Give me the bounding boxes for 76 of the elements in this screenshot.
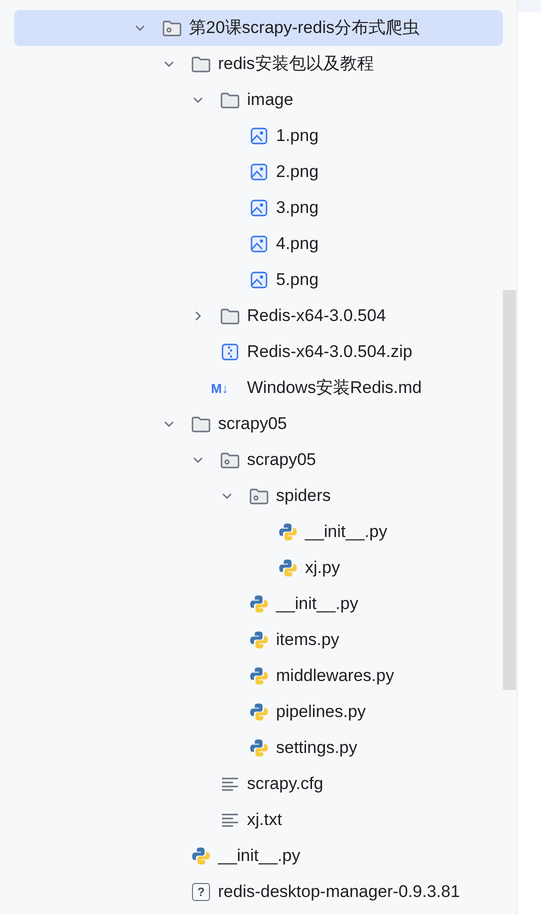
python-icon [191,846,211,866]
image-file-icon [250,235,268,253]
file-name: scrapy.cfg [247,773,324,796]
file-name: xj.py [305,557,340,580]
file-name: middlewares.py [276,665,394,688]
tree-row[interactable]: 5.png [14,262,503,298]
tree-row[interactable]: spiders [14,478,503,514]
archive-file-icon [221,343,239,361]
python-icon [249,702,269,722]
tree-row[interactable]: Redis-x64-3.0.504 [14,298,503,334]
file-name: __init__.py [218,845,300,868]
tree-row[interactable]: 1.png [14,118,503,154]
unknown-file-icon: ? [192,883,210,901]
tree-row[interactable]: 3.png [14,190,503,226]
tree-row[interactable]: pipelines.py [14,694,503,730]
python-icon [278,522,298,542]
image-file-icon [250,271,268,289]
file-name: scrapy05 [218,413,287,436]
image-file-icon [250,199,268,217]
python-icon [278,558,298,578]
tree-row[interactable]: scrapy05 [14,442,503,478]
tree-row[interactable]: scrapy05 [14,406,503,442]
text-file-icon [221,777,239,791]
tree-row[interactable]: ? redis-desktop-manager-0.9.3.81 [14,874,503,910]
package-folder-icon [162,20,182,36]
file-name: pipelines.py [276,701,366,724]
folder-icon [220,92,240,108]
file-name: image [247,89,294,112]
tree-row[interactable]: 第20课scrapy-redis分布式爬虫 [14,10,503,46]
package-folder-icon [249,488,269,504]
file-name: 4.png [276,233,319,256]
file-name: 5.png [276,269,319,292]
tree-row[interactable]: redis安装包以及教程 [14,46,503,82]
file-name: Redis-x64-3.0.504.zip [247,341,412,364]
markdown-icon: M↓ [211,382,239,394]
file-name: items.py [276,629,340,652]
file-name: 2.png [276,161,319,184]
file-name: Redis-x64-3.0.504 [247,305,386,328]
file-name: __init__.py [276,593,358,616]
python-icon [249,630,269,650]
tree-row[interactable]: image [14,82,503,118]
file-name: 3.png [276,197,319,220]
python-icon [249,594,269,614]
tree-row[interactable]: Redis-x64-3.0.504.zip [14,334,503,370]
folder-icon [191,56,211,72]
tree-row[interactable]: scrapy.cfg [14,766,503,802]
file-name: __init__.py [305,521,388,544]
text-file-icon [221,813,239,827]
file-name: settings.py [276,737,358,760]
file-name: redis-desktop-manager-0.9.3.81 [218,881,460,904]
image-file-icon [250,163,268,181]
tree-row[interactable]: M↓ Windows安装Redis.md [14,370,503,406]
tree-row[interactable]: __init__.py [14,838,503,874]
file-name: Windows安装Redis.md [247,377,422,400]
tree-row[interactable]: middlewares.py [14,658,503,694]
folder-icon [191,416,211,432]
file-name: 1.png [276,125,319,148]
file-name: redis安装包以及教程 [218,53,374,76]
python-icon [249,738,269,758]
image-file-icon [250,127,268,145]
file-name: spiders [276,485,331,508]
tree-row[interactable]: 4.png [14,226,503,262]
file-name: 第20课scrapy-redis分布式爬虫 [189,17,420,40]
tree-row[interactable]: xj.txt [14,802,503,838]
tree-row[interactable]: __init__.py [14,514,503,550]
tree-row[interactable]: settings.py [14,730,503,766]
scrollbar-thumb[interactable] [503,290,516,690]
file-name: scrapy05 [247,449,316,472]
tree-row[interactable]: items.py [14,622,503,658]
file-name: xj.txt [247,809,282,832]
folder-icon [220,308,240,324]
tree-row[interactable]: xj.py [14,550,503,586]
tree-row[interactable]: __init__.py [14,586,503,622]
python-icon [249,666,269,686]
tree-row[interactable]: 2.png [14,154,503,190]
package-folder-icon [220,452,240,468]
